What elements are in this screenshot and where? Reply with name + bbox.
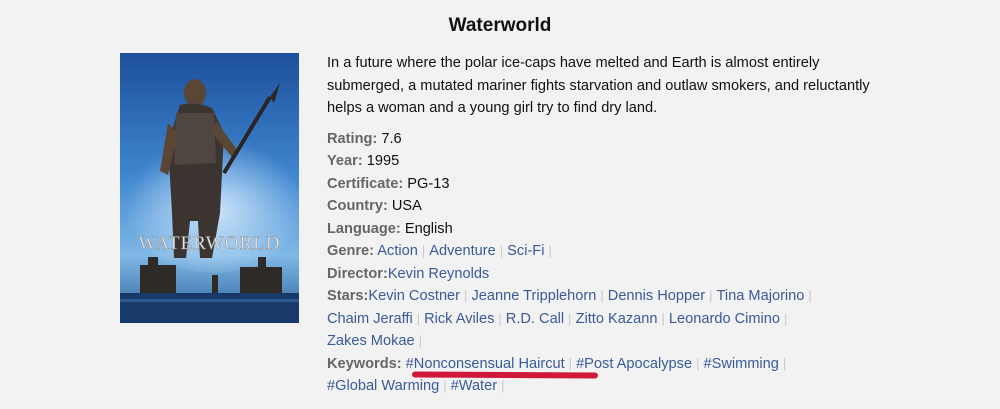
star-link[interactable]: Dennis Hopper	[608, 288, 705, 304]
genre-label: Genre:	[327, 243, 375, 259]
separator: |	[501, 378, 505, 393]
country-value: USA	[391, 198, 422, 214]
keyword-link[interactable]: #Post Apocalypse	[576, 356, 692, 372]
genre-row: Genre: Action | Adventure | Sci-Fi |	[327, 240, 887, 263]
keywords-row-continued: #Global Warming | #Water |	[327, 375, 887, 398]
star-link[interactable]: Jeanne Tripplehorn	[471, 288, 596, 304]
keyword-link[interactable]: #Swimming	[703, 356, 778, 372]
rating-label: Rating:	[327, 130, 378, 147]
language-label: Language:	[327, 220, 401, 237]
separator: |	[548, 243, 552, 258]
star-link[interactable]: R.D. Call	[506, 311, 564, 327]
separator: |	[568, 310, 572, 326]
director-link[interactable]: Kevin Reynolds	[388, 266, 489, 282]
separator: |	[464, 288, 468, 303]
movie-detail-page: Waterworld WATERWORLD In a future where …	[0, 0, 1000, 409]
stars-label: Stars:	[327, 288, 369, 304]
separator: |	[808, 288, 812, 303]
country-label: Country:	[327, 198, 388, 214]
star-link[interactable]: Rick Aviles	[424, 311, 494, 327]
highlight-underline	[411, 371, 599, 379]
certificate-row: Certificate: PG-13	[327, 173, 887, 196]
separator: |	[782, 355, 787, 371]
movie-title: Waterworld	[448, 15, 552, 36]
poster-title-text: WATERWORLD	[139, 233, 281, 254]
year-label: Year:	[327, 153, 363, 169]
separator: |	[416, 310, 421, 326]
keyword-link-highlighted[interactable]: #Nonconsensual Haircut	[406, 356, 565, 372]
separator: |	[696, 355, 700, 371]
year-row: Year: 1995	[327, 150, 887, 173]
star-link[interactable]: Zitto Kazann	[576, 311, 658, 327]
movie-info: In a future where the polar ice-caps hav…	[327, 52, 887, 398]
genre-link[interactable]: Adventure	[429, 243, 496, 259]
year-value: 1995	[366, 153, 400, 169]
separator: |	[421, 243, 426, 258]
keyword-link[interactable]: #Global Warming	[327, 378, 439, 394]
separator: |	[498, 310, 502, 326]
director-label: Director:	[327, 265, 388, 282]
separator: |	[661, 310, 665, 326]
star-link[interactable]: Leonardo Cimino	[669, 311, 780, 327]
country-row: Country: USA	[327, 195, 887, 218]
star-link[interactable]: Zakes Mokae	[327, 333, 415, 349]
keyword-link[interactable]: #Water	[451, 378, 498, 394]
movie-poster[interactable]: WATERWORLD	[120, 53, 299, 323]
movie-synopsis: In a future where the polar ice-caps hav…	[327, 55, 870, 116]
stars-row: Stars:Kevin Costner | Jeanne Tripplehorn | D…	[327, 285, 887, 308]
genre-link[interactable]: Sci-Fi	[507, 243, 544, 259]
stars-row-continued: Chaim Jeraffi | Rick Aviles | R.D. Call | Zitt…	[327, 308, 887, 331]
star-link[interactable]: Kevin Costner	[368, 288, 460, 304]
separator: |	[784, 310, 788, 326]
star-link[interactable]: Tina Majorino	[717, 288, 805, 304]
rating-value: 7.6	[381, 130, 402, 147]
language-value: English	[404, 220, 453, 237]
keywords-label: Keywords:	[327, 355, 402, 372]
stars-row-continued: Zakes Mokae |	[327, 330, 887, 353]
director-row: Director:Kevin Reynolds	[327, 263, 887, 286]
separator: |	[418, 333, 422, 348]
genre-link[interactable]: Action	[377, 243, 418, 259]
rating-row: Rating: 7.6	[327, 128, 887, 151]
keywords-row: Keywords: #Nonconsensual Haircut | #Post A…	[327, 353, 887, 376]
separator: |	[600, 288, 604, 303]
language-row: Language: English	[327, 218, 887, 241]
separator: |	[443, 378, 447, 393]
certificate-label: Certificate:	[327, 175, 404, 192]
separator: |	[499, 243, 504, 258]
separator: |	[709, 288, 713, 303]
star-link[interactable]: Chaim Jeraffi	[327, 311, 413, 327]
separator: |	[568, 355, 573, 371]
certificate-value: PG-13	[407, 175, 450, 192]
